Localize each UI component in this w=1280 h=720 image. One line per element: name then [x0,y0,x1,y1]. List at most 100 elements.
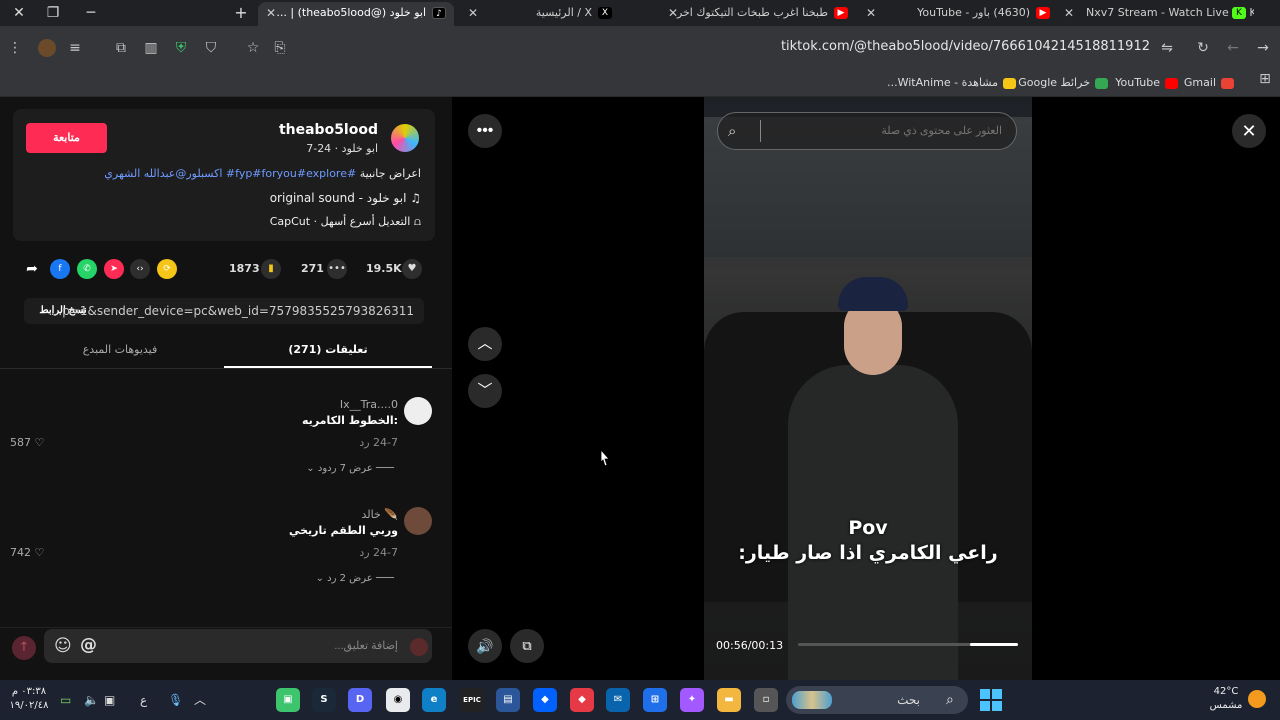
bookmark-youtube[interactable]: YouTube [1115,74,1178,92]
taskbar-app-icon[interactable]: ▣ [276,688,300,712]
speaker-icon[interactable]: 🔈 [84,691,99,709]
weather-widget[interactable]: 42°C مشمس [1204,685,1248,713]
battery-icon[interactable]: ▭ [60,691,71,709]
creator-avatar[interactable] [389,122,421,154]
app-icon[interactable]: ◆ [570,688,594,712]
comment-like[interactable]: 742 ♡ [10,546,44,559]
bookmark-star-icon[interactable]: ☆ [244,39,262,57]
microphone-icon[interactable]: 🎙 [168,691,183,709]
show-hidden-icons-chevron-icon[interactable]: ︿ [194,691,206,709]
video-player[interactable] [704,97,1032,680]
previous-video-button[interactable]: ︿ [468,327,502,361]
tab-close-icon[interactable]: ✕ [1064,2,1074,24]
commenter-avatar[interactable] [404,507,432,535]
follow-button[interactable]: متابعة [26,123,107,153]
comment-date-reply[interactable]: 24-7 رد [359,546,398,559]
next-video-button[interactable]: ﹀ [468,374,502,408]
bookmark-icon[interactable]: ▮ [261,259,281,279]
tab-close-icon[interactable]: ✕ [668,2,678,24]
profile-avatar[interactable] [38,39,56,57]
tab-x[interactable]: ✕ X / الرئيسية X [460,2,620,26]
tab-close-icon[interactable]: ✕ [266,2,276,24]
commenter-avatar[interactable] [404,397,432,425]
back-arrow-icon[interactable]: → [1254,39,1272,57]
comment-date-reply[interactable]: 24-7 رد [359,436,398,449]
view-replies-button[interactable]: ─── عرض 2 رد ⌄ [316,573,394,584]
window-close-button[interactable]: ✕ [0,0,38,26]
chrome-icon[interactable]: ◉ [386,688,410,712]
reading-list-icon[interactable]: ≡ [66,39,84,57]
shield-icon[interactable]: ⛨ [172,39,190,57]
edge-icon[interactable]: e [422,688,446,712]
tab-comments[interactable]: تعليقات (271) [224,343,432,356]
whatsapp-icon[interactable]: ✆ [77,259,97,279]
emoji-icon[interactable]: ☺ [54,636,72,656]
network-icon[interactable]: ▣ [104,691,115,709]
tab-creator-videos[interactable]: فيديوهات المبدع [16,343,224,356]
apps-grid-icon[interactable]: ⊞ [1256,70,1274,88]
epic-games-icon[interactable]: EPIC [460,688,484,712]
discord-icon[interactable]: D [348,688,372,712]
post-sound[interactable]: original sound - ابو خلود ♫ [270,191,421,205]
post-effect[interactable]: CapCut · التعديل أسرع أسهل ⩍ [270,215,421,229]
video-progress-bar[interactable] [798,643,1018,646]
volume-button[interactable]: 🔊 [468,629,502,663]
send-to-friend-icon[interactable]: ➤ [104,259,124,279]
outlook-icon[interactable]: ✉ [606,688,630,712]
input-language[interactable]: ع [140,691,147,709]
reload-icon[interactable]: ↻ [1194,39,1212,57]
search-icon[interactable]: ⌕ [946,692,954,708]
caption-hashtags[interactable]: #fyp#foryou#explore# اكسبلور@عبدالله الش… [104,167,356,180]
bookmark-label: مشاهدة - WitAnime... [887,76,998,89]
commenter-username[interactable]: خالد 🪶 [362,508,398,521]
mention-icon[interactable]: @ [80,635,97,655]
translate-icon[interactable]: ⎘ [271,39,289,57]
repost-icon[interactable]: ⟳ [157,259,177,279]
close-video-button[interactable]: ✕ [1232,114,1266,148]
comment-input[interactable] [44,629,432,663]
tab-close-icon[interactable]: ✕ [468,2,478,24]
steam-icon[interactable]: S [312,688,336,712]
heart-icon[interactable]: ♥ [402,259,422,279]
dropbox-icon[interactable]: ◆ [533,688,557,712]
copilot-icon[interactable]: ✦ [680,688,704,712]
more-options-button[interactable]: ••• [468,114,502,148]
bookmark-witanime[interactable]: مشاهدة - WitAnime... [887,74,1016,92]
forward-arrow-icon[interactable]: ← [1224,39,1242,57]
comment-like[interactable]: 587 ♡ [10,436,44,449]
app-icon[interactable]: ▫ [754,688,778,712]
post-link[interactable]: ...p=1&sender_device=pc&web_id=757983552… [51,304,414,318]
tab-tiktok[interactable]: ✕ ابو خلود (@theabo5lood) | ... ♪ [258,2,454,26]
microsoft-store-icon[interactable]: ⊞ [643,688,667,712]
related-content-search[interactable] [717,112,1017,150]
window-minimize-button[interactable]: ─ [72,0,110,26]
commenter-username[interactable]: Ix__Tra....0 [340,398,398,411]
site-settings-icon[interactable]: ⇋ [1158,39,1176,57]
window-restore-button[interactable]: ❐ [34,0,72,26]
extension-icon[interactable]: ▥ [142,39,160,57]
address-bar[interactable]: tiktok.com/@theabo5lood/video/7666104214… [700,39,1150,54]
share-arrow-icon[interactable]: ➦ [22,259,42,279]
picture-in-picture-button[interactable]: ⧉ [510,629,544,663]
app-icon[interactable]: ▤ [496,688,520,712]
file-explorer-icon[interactable]: ▬ [717,688,741,712]
search-icon[interactable]: ⌕ [728,122,736,140]
view-replies-button[interactable]: ─── عرض 7 ردود ⌄ [306,463,394,474]
menu-kebab-icon[interactable]: ⋮ [6,39,24,57]
clock[interactable]: ٠٣:٣٨ م ١٩/٠٢/٤٨ [8,685,50,713]
bookmark-maps[interactable]: خرائط Google [1018,74,1108,92]
tab-youtube-bawar[interactable]: ✕ (4630) باور - YouTube ▶ [858,2,1058,26]
extensions-puzzle-icon[interactable]: ⧉ [112,39,130,57]
comment-bubble-icon[interactable]: ••• [327,259,347,279]
creator-username[interactable]: theabo5lood [279,122,378,138]
facebook-icon[interactable]: f [50,259,70,279]
tab-kick[interactable]: ✕ Nxv7 Stream - Watch Live on K K [1058,2,1254,26]
embed-code-icon[interactable]: ‹› [130,259,150,279]
tab-youtube-cooking[interactable]: ✕ طبخنا اغرب طبخات التيكتوك اخر ▶ [660,2,856,26]
tab-close-icon[interactable]: ✕ [866,2,876,24]
shield-outline-icon[interactable]: ⛉ [202,39,220,57]
new-tab-button[interactable]: + [228,0,254,26]
send-comment-button[interactable]: ↑ [12,636,36,660]
bookmark-gmail[interactable]: Gmail [1184,74,1234,92]
windows-start-button[interactable] [980,689,1002,711]
